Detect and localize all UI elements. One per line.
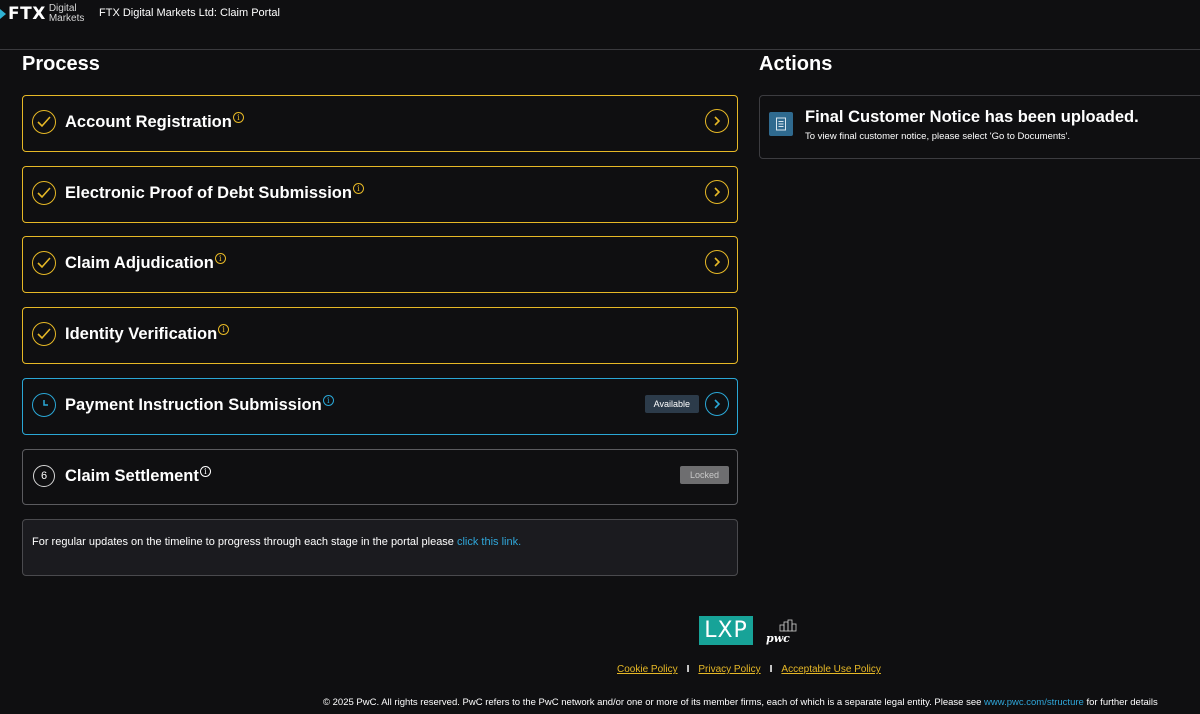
- timeline-info-box: For regular updates on the timeline to p…: [22, 519, 738, 576]
- footer-links: Cookie Policy I Privacy Policy I Accepta…: [617, 664, 881, 675]
- info-icon[interactable]: i: [218, 324, 230, 335]
- ftx-logo[interactable]: FTX Digital Markets: [0, 4, 84, 24]
- info-icon[interactable]: i: [322, 395, 334, 406]
- logo-sub-line2: Markets: [48, 13, 85, 24]
- copyright-text: © 2025 PwC. All rights reserved. PwC ref…: [323, 697, 1158, 708]
- step-label: Electronic Proof of Debt Submission i: [65, 183, 364, 203]
- info-icon[interactable]: i: [352, 183, 364, 194]
- link-separator: I: [686, 664, 690, 675]
- step-label-text: Payment Instruction Submission: [65, 396, 322, 414]
- step-label-text: Electronic Proof of Debt Submission: [65, 184, 352, 202]
- step-label: Payment Instruction Submission i: [65, 395, 334, 415]
- step-label: Claim Settlement i: [65, 466, 211, 486]
- chevron-right-icon[interactable]: [705, 109, 729, 133]
- step-claim-settlement: 6 Claim Settlement i Locked: [22, 449, 738, 505]
- logo-subtext: Digital Markets: [49, 4, 85, 24]
- info-icon[interactable]: i: [199, 466, 211, 477]
- copyright-tail: for further details: [1083, 697, 1158, 708]
- portal-title: FTX Digital Markets Ltd: Claim Portal: [99, 7, 280, 19]
- status-badge-locked: Locked: [679, 466, 729, 484]
- check-circle-icon: [32, 110, 56, 134]
- step-label-text: Claim Settlement: [65, 467, 199, 485]
- chevron-right-icon[interactable]: [705, 250, 729, 274]
- footer-logos: LXP pwc: [699, 616, 798, 645]
- step-claim-adjudication[interactable]: Claim Adjudication i: [22, 236, 738, 293]
- privacy-policy-link[interactable]: Privacy Policy: [698, 664, 760, 675]
- pwc-logo: pwc: [764, 619, 798, 645]
- pwc-logo-text: pwc: [766, 632, 790, 645]
- logo-arrow-icon: [0, 9, 6, 19]
- timeline-link[interactable]: click this link.: [457, 536, 521, 548]
- step-label-text: Identity Verification: [65, 325, 218, 343]
- chevron-right-icon[interactable]: [705, 392, 729, 416]
- notice-title: Final Customer Notice has been uploaded.: [805, 108, 1139, 126]
- process-heading: Process: [22, 53, 100, 75]
- clock-icon: [32, 393, 56, 417]
- actions-heading: Actions: [759, 53, 833, 75]
- step-identity-verification[interactable]: Identity Verification i: [22, 307, 738, 364]
- chevron-right-icon[interactable]: [705, 180, 729, 204]
- step-label-text: Claim Adjudication: [65, 254, 214, 272]
- step-payment-instruction-submission[interactable]: Payment Instruction Submission i Availab…: [22, 378, 738, 435]
- step-label: Claim Adjudication i: [65, 253, 226, 273]
- timeline-info-text: For regular updates on the timeline to p…: [32, 536, 457, 548]
- copyright-main: © 2025 PwC. All rights reserved. PwC ref…: [323, 697, 985, 708]
- check-circle-icon: [32, 181, 56, 205]
- check-circle-icon: [32, 322, 56, 346]
- logo-ftx-text: FTX: [8, 4, 46, 24]
- step-electronic-proof-of-debt[interactable]: Electronic Proof of Debt Submission i: [22, 166, 738, 223]
- acceptable-use-policy-link[interactable]: Acceptable Use Policy: [781, 664, 881, 675]
- info-icon[interactable]: i: [214, 253, 226, 264]
- status-badge-available: Available: [644, 395, 699, 413]
- link-separator: I: [769, 664, 773, 675]
- lxp-logo: LXP: [699, 616, 753, 645]
- step-label: Account Registration i: [65, 112, 244, 132]
- notice-subtitle: To view final customer notice, please se…: [805, 131, 1070, 142]
- check-circle-icon: [32, 251, 56, 275]
- step-number-badge: 6: [33, 465, 55, 487]
- document-icon: [769, 112, 793, 136]
- top-header: FTX Digital Markets FTX Digital Markets …: [0, 0, 1200, 50]
- step-account-registration[interactable]: Account Registration i: [22, 95, 738, 152]
- final-notice-card[interactable]: Final Customer Notice has been uploaded.…: [759, 95, 1200, 159]
- step-label: Identity Verification i: [65, 324, 230, 344]
- cookie-policy-link[interactable]: Cookie Policy: [617, 664, 678, 675]
- pwc-structure-link[interactable]: www.pwc.com/structure: [984, 697, 1084, 708]
- info-icon[interactable]: i: [232, 112, 244, 123]
- step-label-text: Account Registration: [65, 113, 232, 131]
